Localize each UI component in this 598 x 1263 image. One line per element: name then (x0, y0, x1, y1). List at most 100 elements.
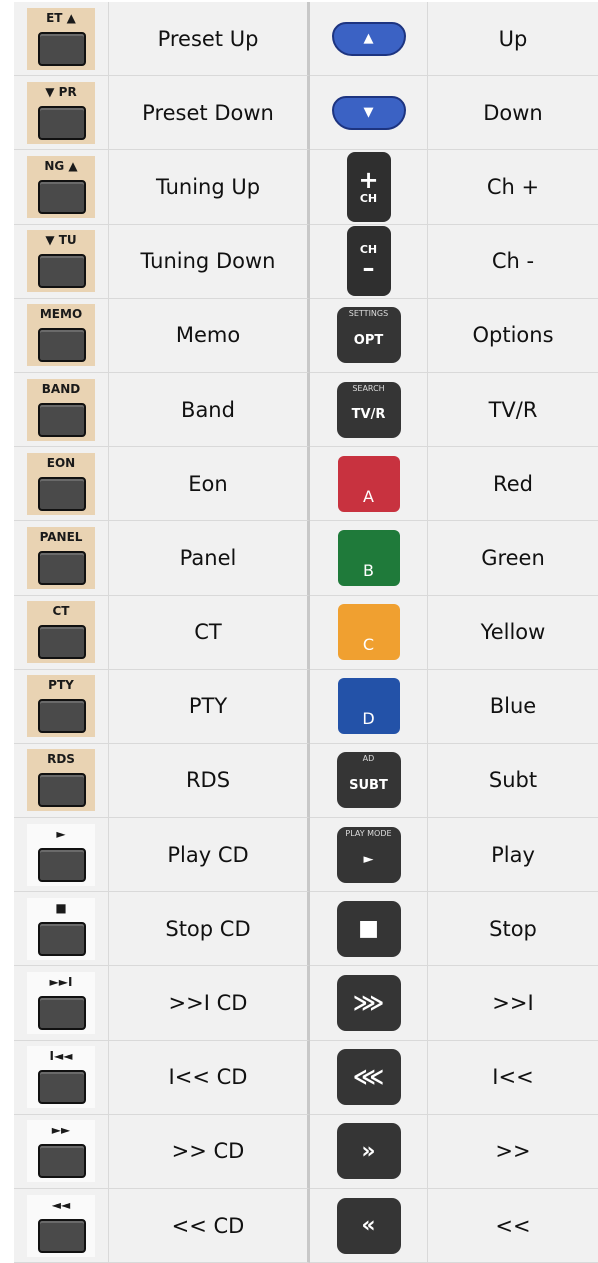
stereo-function-label: >>I CD (168, 991, 248, 1016)
stereo-button-caption: ►► (51, 1123, 71, 1138)
right-button-cell: « (310, 1189, 428, 1263)
table-row: ►►I >>I CD ⋙ >>I (14, 966, 598, 1041)
stereo-remote-button-image: ▼ TU (27, 230, 95, 293)
left-button-cell: RDS (14, 743, 109, 819)
yellow-button: C (337, 604, 400, 661)
left-button-cell: PTY (14, 669, 109, 744)
left-button-cell: ►► (14, 1114, 109, 1189)
stereo-function-label: Preset Down (142, 100, 274, 125)
stereo-function-label: PTY (188, 694, 228, 719)
stereo-function-label: Preset Up (157, 26, 259, 51)
button-top-caption: SETTINGS (348, 309, 389, 319)
right-function-cell: Play (428, 818, 598, 893)
stereo-remote-button-image: BAND (27, 378, 95, 441)
left-button-cell: ► (14, 818, 109, 893)
button-top-caption: PLAY MODE (345, 828, 392, 838)
tv-function-label: >>I (492, 991, 534, 1016)
stereo-button-caption: ET ▲ (46, 10, 76, 25)
stereo-function-label: CT (194, 620, 222, 645)
next-track-button: ⋙ (336, 975, 401, 1032)
stereo-button-key (38, 847, 86, 882)
left-function-cell: Preset Down (109, 76, 310, 151)
table-row: ▼ TU Tuning Down CH – Ch - (14, 224, 598, 299)
right-function-cell: Up (428, 2, 598, 77)
stereo-function-label: Stop CD (165, 916, 251, 941)
right-function-cell: Subt (428, 743, 598, 819)
stereo-remote-button-image: CT (27, 601, 95, 664)
down-triangle-icon: ▼ (363, 105, 374, 121)
right-function-cell: Green (428, 521, 598, 596)
stereo-button-caption: EON (46, 455, 76, 470)
rewind-button: « (336, 1197, 401, 1254)
right-button-cell: ⋙ (310, 966, 428, 1041)
stereo-function-label: << CD (171, 1213, 245, 1238)
tv-function-label: Stop (489, 916, 537, 941)
table-row: NG ▲ Tuning Up + CH Ch + (14, 150, 598, 225)
stereo-remote-button-image: PTY (27, 675, 95, 738)
table-row: PTY PTY D Blue (14, 669, 598, 744)
stereo-button-key (38, 105, 86, 140)
color-key-letter: D (362, 709, 375, 729)
tv-function-label: Ch + (486, 174, 540, 199)
stop-button: ■ (336, 900, 401, 957)
table-row: ■ Stop CD ■ Stop (14, 892, 598, 967)
left-function-cell: CT (109, 595, 310, 670)
stereo-function-label: Play CD (167, 842, 249, 867)
stereo-button-caption: PTY (48, 678, 74, 693)
stereo-button-key (38, 773, 86, 808)
right-function-cell: Down (428, 76, 598, 151)
table-row: BAND Band SEARCH TV/R TV/R (14, 372, 598, 448)
right-button-cell: SEARCH TV/R (310, 372, 428, 448)
stereo-remote-button-image: ▼ PR (27, 81, 95, 144)
stereo-function-label: Tuning Down (140, 249, 276, 274)
color-key-letter: A (363, 486, 374, 506)
right-function-cell: Red (428, 447, 598, 522)
stereo-button-caption: ■ (55, 900, 67, 915)
right-button-cell: A (310, 447, 428, 522)
stereo-button-caption: ► (56, 826, 66, 841)
button-face-glyph: » (361, 1138, 376, 1164)
stereo-function-label: Panel (179, 545, 237, 570)
left-function-cell: RDS (109, 743, 310, 819)
left-function-cell: Play CD (109, 818, 310, 893)
right-button-cell: SETTINGS OPT (310, 298, 428, 373)
stereo-button-caption: MEMO (39, 307, 83, 322)
stereo-remote-button-image: ET ▲ (27, 7, 95, 70)
table-row: ◄◄ << CD « << (14, 1189, 598, 1263)
right-function-cell: >>I (428, 966, 598, 1041)
stereo-button-key (38, 31, 86, 66)
left-button-cell: ◄◄ (14, 1189, 109, 1263)
button-face-glyph: « (361, 1213, 376, 1239)
right-button-cell: D (310, 669, 428, 744)
stereo-remote-button-image: ►► (27, 1120, 95, 1183)
fast-forward-button: » (336, 1123, 401, 1180)
stereo-function-label: >> CD (171, 1139, 245, 1164)
right-function-cell: Options (428, 298, 598, 373)
left-button-cell: ■ (14, 892, 109, 967)
stereo-function-label: I<< CD (168, 1065, 248, 1090)
right-function-cell: Ch - (428, 224, 598, 299)
table-row: PANEL Panel B Green (14, 521, 598, 596)
left-function-cell: >>I CD (109, 966, 310, 1041)
stereo-function-label: RDS (185, 768, 231, 793)
right-button-cell: ▼ (310, 76, 428, 151)
stereo-button-key (38, 550, 86, 585)
right-button-cell: ⋘ (310, 1040, 428, 1115)
right-function-cell: Ch + (428, 150, 598, 225)
ch-label: CH (359, 192, 378, 206)
left-button-cell: ▼ PR (14, 76, 109, 151)
table-row: EON Eon A Red (14, 447, 598, 522)
left-button-cell: I◄◄ (14, 1040, 109, 1115)
right-button-cell: PLAY MODE ► (310, 818, 428, 893)
channel-down-button: CH – (346, 226, 391, 297)
stereo-button-caption: ▼ PR (45, 84, 77, 99)
subtitle-button: AD SUBT (336, 752, 401, 809)
left-button-cell: ►►I (14, 966, 109, 1041)
up-triangle-icon: ▲ (363, 31, 374, 47)
green-button: B (337, 529, 400, 586)
left-button-cell: EON (14, 447, 109, 522)
tv-function-label: Red (493, 471, 533, 496)
table-row: I◄◄ I<< CD ⋘ I<< (14, 1040, 598, 1115)
stereo-button-caption: CT (52, 604, 70, 619)
right-function-cell: I<< (428, 1040, 598, 1115)
